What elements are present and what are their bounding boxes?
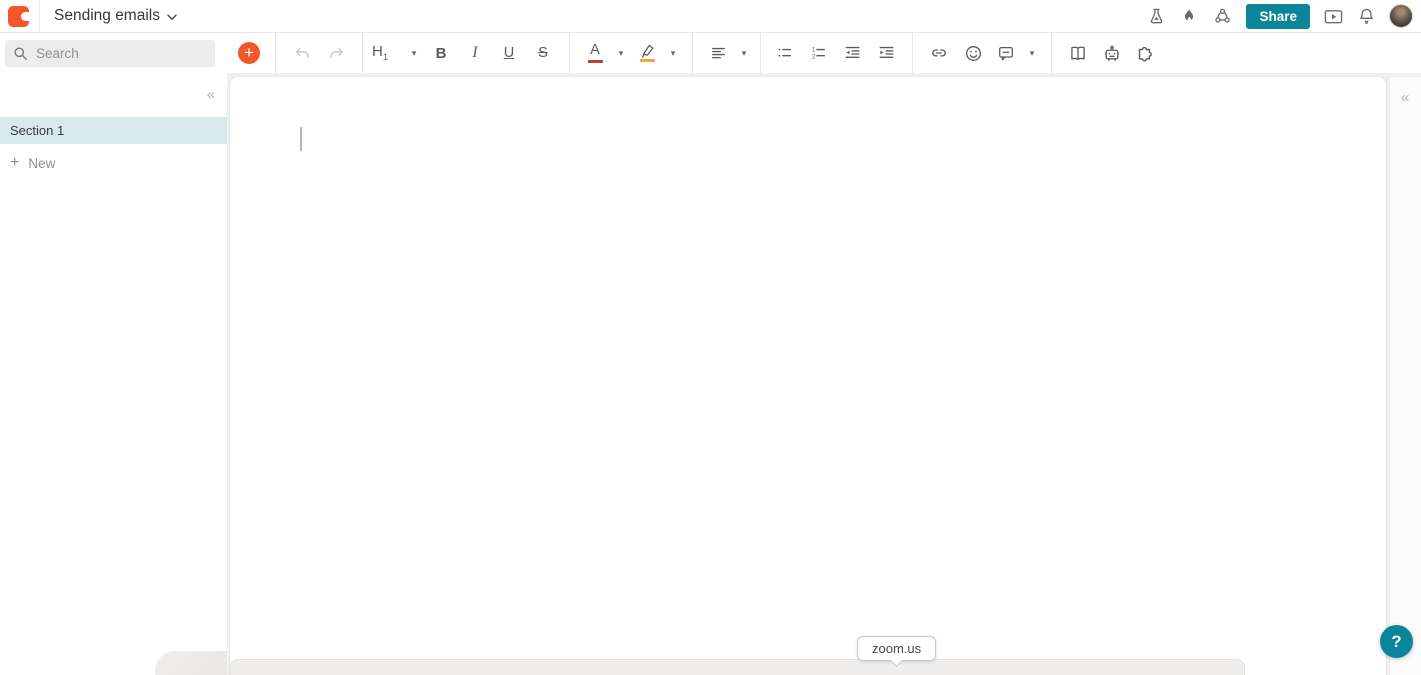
bold-button[interactable]: B bbox=[424, 36, 458, 70]
alignment-dropdown[interactable]: ▾ bbox=[702, 36, 754, 70]
doc-map-book-icon[interactable] bbox=[1061, 36, 1095, 70]
labs-flask-icon[interactable] bbox=[1143, 3, 1169, 29]
redo-button[interactable] bbox=[319, 36, 353, 70]
app-header: Sending emails Share bbox=[0, 0, 1421, 33]
undo-button[interactable] bbox=[285, 36, 319, 70]
zoom-embed-block[interactable] bbox=[230, 659, 1245, 675]
document-canvas[interactable] bbox=[230, 77, 1386, 675]
header-actions: Share bbox=[1136, 3, 1421, 29]
toolbar-row: + H1 ▾ B I U S A bbox=[0, 33, 1421, 73]
link-button[interactable] bbox=[922, 36, 956, 70]
heading-icon: H1 bbox=[372, 43, 389, 63]
svg-text:1: 1 bbox=[811, 47, 815, 54]
emoji-button[interactable] bbox=[956, 36, 990, 70]
svg-text:2: 2 bbox=[811, 54, 815, 61]
toolbar-divider bbox=[912, 33, 913, 73]
toolbar-divider bbox=[760, 33, 761, 73]
coda-logo[interactable] bbox=[8, 5, 29, 27]
chevron-down-icon bbox=[167, 14, 177, 21]
bullet-list-button[interactable] bbox=[767, 36, 801, 70]
toolbar-divider bbox=[569, 33, 570, 73]
dropdown-caret-icon: ▾ bbox=[1029, 47, 1035, 58]
embed-url-tooltip: zoom.us bbox=[857, 636, 937, 667]
formatting-toolbar: + H1 ▾ B I U S A ▾ ▾ ▾ 1 2 ▾ bbox=[236, 33, 1163, 73]
help-button[interactable]: ? bbox=[1380, 625, 1413, 658]
section-label: Section 1 bbox=[10, 123, 65, 138]
dropdown-caret-icon: ▾ bbox=[411, 47, 417, 58]
align-left-icon bbox=[702, 45, 734, 61]
pages-sidebar: « Section 1 + New bbox=[0, 73, 227, 675]
dropdown-caret-icon: ▾ bbox=[618, 47, 624, 58]
automation-spinner-icon[interactable] bbox=[1209, 3, 1235, 29]
video-tutorial-icon[interactable] bbox=[1320, 3, 1346, 29]
collapse-sidebar-icon[interactable]: « bbox=[207, 87, 215, 102]
dropdown-caret-icon: ▾ bbox=[741, 47, 747, 58]
insert-plus-button[interactable]: + bbox=[238, 42, 260, 64]
text-color-dropdown[interactable]: A ▾ bbox=[579, 36, 631, 70]
comment-icon bbox=[990, 44, 1022, 62]
outdent-button[interactable] bbox=[835, 36, 869, 70]
user-avatar[interactable] bbox=[1389, 4, 1413, 28]
strikethrough-button[interactable]: S bbox=[526, 36, 560, 70]
heading-style-dropdown[interactable]: H1 ▾ bbox=[372, 36, 424, 70]
doc-title-menu[interactable]: Sending emails bbox=[54, 7, 177, 25]
bottom-left-panel-corner bbox=[155, 651, 227, 675]
header-divider bbox=[39, 0, 40, 33]
dropdown-caret-icon: ▾ bbox=[670, 47, 676, 58]
toolbar-divider bbox=[362, 33, 363, 73]
share-button[interactable]: Share bbox=[1246, 3, 1310, 29]
coda-logo-notch bbox=[21, 11, 29, 21]
sidebar-item-section-1[interactable]: Section 1 bbox=[0, 117, 227, 144]
indent-button[interactable] bbox=[869, 36, 903, 70]
highlight-color-dropdown[interactable]: ▾ bbox=[631, 36, 683, 70]
toolbar-divider bbox=[275, 33, 276, 73]
comment-dropdown[interactable]: ▾ bbox=[990, 36, 1042, 70]
search-icon bbox=[13, 46, 28, 61]
packs-puzzle-icon[interactable] bbox=[1129, 36, 1163, 70]
right-collapsed-panel: « bbox=[1390, 77, 1421, 675]
numbered-list-button[interactable]: 1 2 bbox=[801, 36, 835, 70]
bell-icon[interactable] bbox=[1353, 3, 1379, 29]
doc-title: Sending emails bbox=[54, 7, 160, 24]
text-cursor bbox=[300, 127, 302, 151]
plus-icon: + bbox=[10, 154, 20, 171]
toolbar-divider bbox=[1051, 33, 1052, 73]
search-box[interactable] bbox=[5, 40, 215, 67]
underline-button[interactable]: U bbox=[492, 36, 526, 70]
collapse-right-panel-icon[interactable]: « bbox=[1401, 90, 1409, 105]
new-page-button[interactable]: + New bbox=[10, 151, 55, 175]
search-input[interactable] bbox=[36, 46, 196, 61]
italic-button[interactable]: I bbox=[458, 36, 492, 70]
flame-icon[interactable] bbox=[1176, 3, 1202, 29]
toolbar-divider bbox=[692, 33, 693, 73]
automation-robot-icon[interactable] bbox=[1095, 36, 1129, 70]
highlighter-icon bbox=[631, 44, 663, 62]
text-color-icon: A bbox=[579, 43, 611, 63]
